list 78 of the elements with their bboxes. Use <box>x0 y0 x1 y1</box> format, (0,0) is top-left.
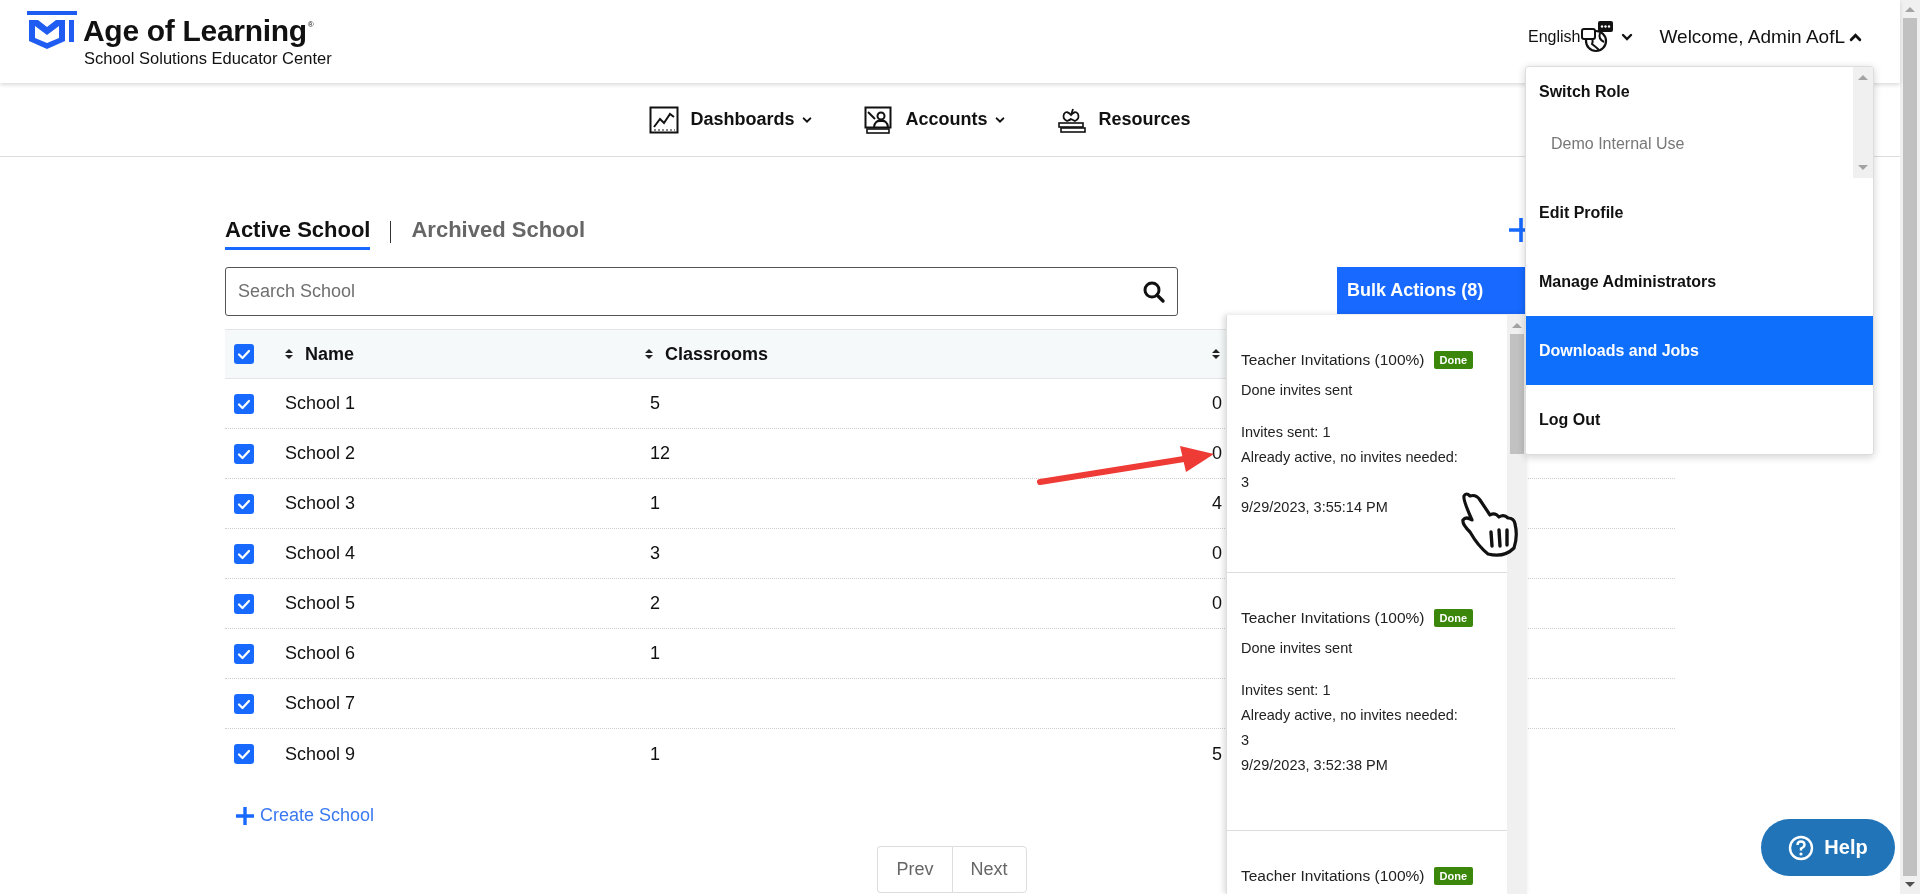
nav-menu-item[interactable]: Resources <box>1057 105 1191 134</box>
create-school-link[interactable]: Create School <box>235 805 375 826</box>
checkbox[interactable] <box>234 643 254 664</box>
menu-item[interactable]: Edit Profile <box>1526 178 1873 247</box>
role-option[interactable]: Demo Internal Use <box>1551 135 1685 153</box>
checkbox[interactable] <box>234 593 254 614</box>
brand-name: Age of Learning <box>83 14 307 48</box>
pagination-button[interactable]: Next <box>951 845 1027 893</box>
table-cell: 0 <box>1212 443 1222 464</box>
user-menu-button[interactable]: Welcome, Admin AofL <box>1659 26 1862 48</box>
help-button[interactable]: Help <box>1761 819 1895 876</box>
language-selector[interactable]: English <box>1528 20 1634 54</box>
table-cell: 12 <box>650 443 671 464</box>
job-title: Teacher Invitations (100%) <box>1241 351 1425 369</box>
brand-subtitle: School Solutions Educator Center <box>84 48 332 68</box>
checkbox[interactable] <box>234 693 254 714</box>
job-title: Teacher Invitations (100%) <box>1241 609 1425 627</box>
chevron-up-icon <box>1849 30 1862 44</box>
scrollbar[interactable] <box>1900 0 1920 894</box>
checkbox[interactable] <box>234 543 254 564</box>
job-message: Done invites sent <box>1241 382 1354 398</box>
column-header[interactable]: Name <box>305 343 355 365</box>
chevron-down-icon <box>1621 31 1634 43</box>
table-cell: 1 <box>650 493 660 514</box>
job-message: Done invites sent <box>1241 640 1354 656</box>
checkbox[interactable] <box>234 493 254 514</box>
tab[interactable]: Archived School <box>411 214 586 250</box>
table-cell: 4 <box>1212 493 1222 514</box>
presenter-board-icon <box>864 105 895 134</box>
menu-item[interactable]: Log Out <box>1526 385 1873 454</box>
job-detail: Invites sent: 1 <box>1241 681 1332 700</box>
table-cell: School 5 <box>285 593 356 614</box>
checkbox[interactable] <box>234 344 254 364</box>
table-cell: 3 <box>650 543 660 564</box>
table-cell: 1 <box>650 643 660 664</box>
status-badge: Done <box>1433 867 1473 885</box>
plus-icon <box>235 805 255 826</box>
job-detail: Already active, no invites needed: 3 <box>1241 706 1459 750</box>
nav-menu-item[interactable]: Accounts <box>864 105 1006 134</box>
line-chart-icon <box>649 105 680 134</box>
table-cell: School 4 <box>285 543 356 564</box>
table-cell: 0 <box>1212 543 1222 564</box>
globe-chat-icon <box>1581 20 1616 54</box>
search-field[interactable]: Search School <box>225 267 1178 316</box>
table-cell: School 3 <box>285 493 356 514</box>
checkbox[interactable] <box>234 744 254 764</box>
table-cell: 0 <box>1212 393 1222 414</box>
status-badge: Done <box>1433 609 1473 627</box>
help-icon <box>1788 834 1815 861</box>
nav-menu-item[interactable]: Dashboards <box>649 105 813 134</box>
job-detail: Already active, no invites needed: 3 <box>1241 448 1459 492</box>
table-cell: 1 <box>650 743 660 765</box>
scrollbar[interactable] <box>1507 315 1527 894</box>
table-cell: School 1 <box>285 393 356 414</box>
table-cell: 0 <box>1212 593 1222 614</box>
tab[interactable]: Active School <box>225 214 371 250</box>
table-cell: 5 <box>1212 743 1222 765</box>
table-cell: 2 <box>650 593 660 614</box>
menu-item[interactable]: Downloads and Jobs <box>1526 316 1873 385</box>
job-title: Teacher Invitations (100%) <box>1241 867 1425 885</box>
table-cell: School 2 <box>285 443 356 464</box>
pagination-button[interactable]: Prev <box>877 845 952 893</box>
search-icon <box>1142 280 1166 304</box>
checkbox[interactable] <box>234 393 254 414</box>
hand-cursor-icon <box>1458 490 1520 560</box>
checkbox[interactable] <box>234 443 254 464</box>
table-cell: 5 <box>650 393 660 414</box>
scrollbar[interactable] <box>1853 67 1873 178</box>
status-badge: Done <box>1433 351 1473 369</box>
table-cell: School 9 <box>285 743 356 765</box>
table-cell: School 7 <box>285 693 356 714</box>
job-detail: Invites sent: 1 <box>1241 423 1332 442</box>
job-detail: 9/29/2023, 3:52:38 PM <box>1241 756 1389 775</box>
job-detail: 9/29/2023, 3:55:14 PM <box>1241 498 1389 517</box>
table-cell: School 6 <box>285 643 356 664</box>
column-header[interactable]: Classrooms <box>665 343 769 365</box>
menu-heading: Switch Role <box>1539 83 1630 101</box>
registered-mark: ® <box>307 20 314 29</box>
